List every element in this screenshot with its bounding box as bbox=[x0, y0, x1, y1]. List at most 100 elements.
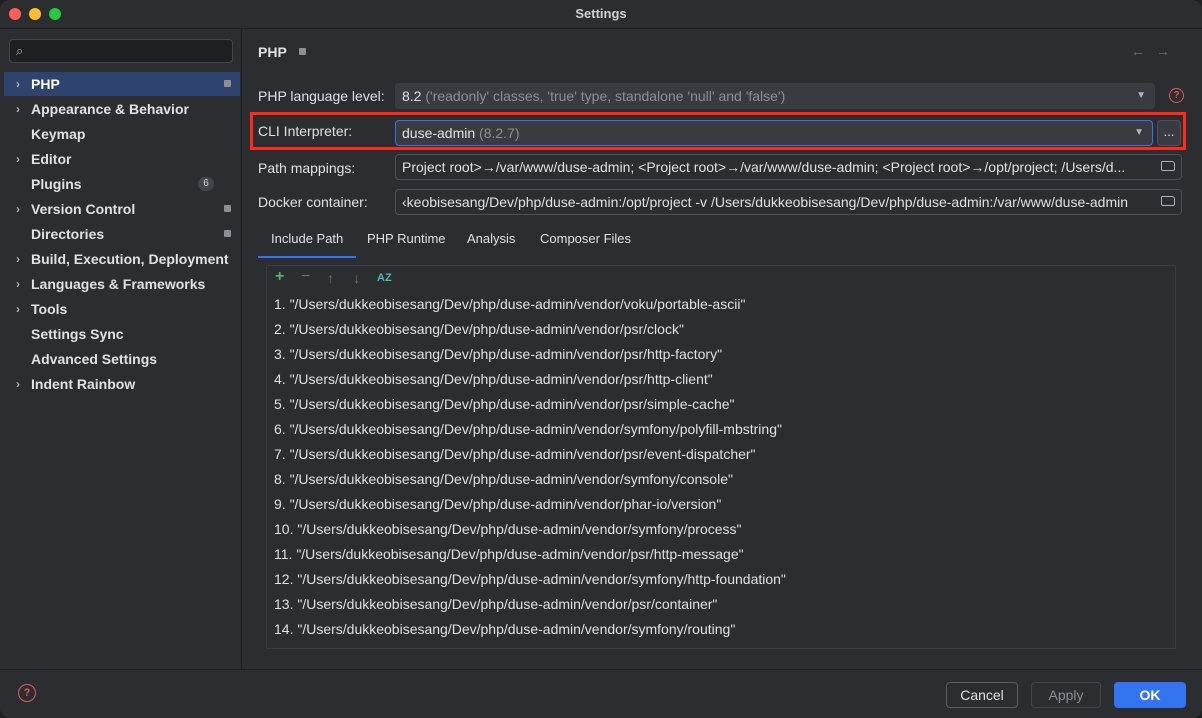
sidebar-item-label: Version Control bbox=[31, 201, 136, 217]
chevron-right-icon[interactable]: › bbox=[16, 97, 20, 121]
sidebar-item-label: Tools bbox=[31, 301, 68, 317]
chevron-down-icon: ▼ bbox=[1134, 127, 1144, 138]
sidebar-item-label: Plugins bbox=[31, 176, 82, 192]
list-item[interactable]: 2. "/Users/dukkeobisesang/Dev/php/duse-a… bbox=[267, 317, 1175, 342]
help-button[interactable]: ? bbox=[18, 684, 36, 702]
sidebar-item-tools[interactable]: › Tools bbox=[4, 297, 240, 321]
sidebar-item-label: Indent Rainbow bbox=[31, 376, 136, 392]
docker-container-label: Docker container: bbox=[258, 194, 368, 210]
cli-interpreter-version: (8.2.7) bbox=[479, 125, 520, 141]
sidebar-item-label: Languages & Frameworks bbox=[31, 276, 206, 292]
include-path-list: 1. "/Users/dukkeobisesang/Dev/php/duse-a… bbox=[267, 292, 1175, 642]
sidebar-item-settings-sync[interactable]: Settings Sync bbox=[4, 322, 240, 346]
list-item[interactable]: 14. "/Users/dukkeobisesang/Dev/php/duse-… bbox=[267, 617, 1175, 642]
sidebar-item-advanced-settings[interactable]: Advanced Settings bbox=[4, 347, 240, 371]
docker-container-value: ‹keobisesang/Dev/php/duse-admin:/opt/pro… bbox=[402, 194, 1129, 210]
cancel-button[interactable]: Cancel bbox=[946, 682, 1018, 708]
chevron-down-icon: ▼ bbox=[1136, 90, 1146, 101]
list-item[interactable]: 10. "/Users/dukkeobisesang/Dev/php/duse-… bbox=[267, 517, 1175, 542]
list-item[interactable]: 13. "/Users/dukkeobisesang/Dev/php/duse-… bbox=[267, 592, 1175, 617]
settings-sidebar: ⌕ › PHP › Appearance & Behavior Keymap › Edito… bbox=[0, 29, 242, 669]
sidebar-item-label: Settings Sync bbox=[31, 326, 124, 342]
interpreter-more-button[interactable]: ... bbox=[1157, 120, 1181, 146]
include-path-toolbar: + − ↑ ↓ AZ bbox=[267, 266, 1175, 292]
chevron-right-icon[interactable]: › bbox=[16, 372, 20, 396]
language-level-select[interactable]: 8.2 ('readonly' classes, 'true' type, st… bbox=[395, 83, 1155, 109]
list-item[interactable]: 12. "/Users/dukkeobisesang/Dev/php/duse-… bbox=[267, 567, 1175, 592]
cli-interpreter-value: duse-admin bbox=[402, 125, 476, 141]
folder-icon bbox=[1161, 196, 1175, 206]
sidebar-item-appearance-behavior[interactable]: › Appearance & Behavior bbox=[4, 97, 240, 121]
sidebar-item-label: Build, Execution, Deployment bbox=[31, 251, 229, 267]
list-item[interactable]: 4. "/Users/dukkeobisesang/Dev/php/duse-a… bbox=[267, 367, 1175, 392]
tab-composer-files[interactable]: Composer Files bbox=[540, 228, 631, 258]
sidebar-item-directories[interactable]: Directories bbox=[4, 222, 240, 246]
sidebar-item-editor[interactable]: › Editor bbox=[4, 147, 240, 171]
chevron-right-icon[interactable]: › bbox=[16, 197, 20, 221]
path-mappings-browse-button[interactable] bbox=[1155, 155, 1181, 179]
path-mappings-label: Path mappings: bbox=[258, 160, 356, 176]
sidebar-item-label: Keymap bbox=[31, 126, 86, 142]
help-icon[interactable]: ? bbox=[1169, 88, 1184, 103]
sidebar-item-php[interactable]: › PHP bbox=[4, 72, 240, 96]
tab-include-path[interactable]: Include Path bbox=[257, 228, 357, 258]
list-item[interactable]: 3. "/Users/dukkeobisesang/Dev/php/duse-a… bbox=[267, 342, 1175, 367]
remove-path-button[interactable]: − bbox=[301, 268, 310, 286]
sidebar-item-languages-frameworks[interactable]: › Languages & Frameworks bbox=[4, 272, 240, 296]
list-item[interactable]: 6. "/Users/dukkeobisesang/Dev/php/duse-a… bbox=[267, 417, 1175, 442]
list-item[interactable]: 11. "/Users/dukkeobisesang/Dev/php/duse-… bbox=[267, 542, 1175, 567]
language-level-label: PHP language level: bbox=[258, 88, 385, 104]
cli-interpreter-select[interactable]: duse-admin (8.2.7) ▼ bbox=[395, 120, 1153, 146]
chevron-right-icon[interactable]: › bbox=[16, 247, 20, 271]
docker-container-field[interactable]: ‹keobisesang/Dev/php/duse-admin:/opt/pro… bbox=[395, 189, 1182, 215]
search-icon: ⌕ bbox=[16, 43, 24, 58]
project-scope-icon bbox=[224, 80, 231, 87]
project-scope-icon bbox=[224, 205, 231, 212]
chevron-right-icon[interactable]: › bbox=[16, 297, 20, 321]
sidebar-item-build-execution-deployment[interactable]: › Build, Execution, Deployment bbox=[4, 247, 240, 271]
folder-icon bbox=[1161, 161, 1175, 171]
sidebar-item-keymap[interactable]: Keymap bbox=[4, 122, 240, 146]
path-mappings-value: Project root>→/var/www/duse-admin; <Proj… bbox=[402, 159, 1126, 175]
chevron-right-icon[interactable]: › bbox=[16, 72, 20, 96]
move-down-button[interactable]: ↓ bbox=[353, 270, 360, 286]
settings-window: Settings ⌕ › PHP › Appearance & Behavior Key… bbox=[0, 0, 1202, 718]
sidebar-item-indent-rainbow[interactable]: › Indent Rainbow bbox=[4, 372, 240, 396]
list-item[interactable]: 9. "/Users/dukkeobisesang/Dev/php/duse-a… bbox=[267, 492, 1175, 517]
sidebar-item-label: Advanced Settings bbox=[31, 351, 158, 367]
sort-alphabetically-button[interactable]: AZ bbox=[377, 272, 392, 284]
window-title: Settings bbox=[575, 6, 627, 21]
move-up-button[interactable]: ↑ bbox=[327, 270, 334, 286]
plugin-count-badge: 6 bbox=[198, 177, 214, 191]
sidebar-item-label: Appearance & Behavior bbox=[31, 101, 189, 117]
list-item[interactable]: 5. "/Users/dukkeobisesang/Dev/php/duse-a… bbox=[267, 392, 1175, 417]
sidebar-item-label: Directories bbox=[31, 226, 105, 242]
sidebar-item-version-control[interactable]: › Version Control bbox=[4, 197, 240, 221]
ok-button[interactable]: OK bbox=[1114, 682, 1186, 708]
sidebar-item-label: PHP bbox=[31, 76, 60, 92]
language-level-value: 8.2 bbox=[402, 88, 422, 104]
cli-interpreter-label: CLI Interpreter: bbox=[258, 123, 353, 139]
list-item[interactable]: 8. "/Users/dukkeobisesang/Dev/php/duse-a… bbox=[267, 467, 1175, 492]
forward-arrow-icon[interactable]: → bbox=[1156, 43, 1170, 59]
apply-button[interactable]: Apply bbox=[1031, 682, 1101, 708]
back-arrow-icon[interactable]: ← bbox=[1131, 43, 1145, 59]
add-path-button[interactable]: + bbox=[275, 268, 284, 286]
tab-php-runtime[interactable]: PHP Runtime bbox=[367, 228, 446, 258]
title-bar: Settings bbox=[0, 0, 1202, 29]
sidebar-item-label: Editor bbox=[31, 151, 72, 167]
list-item[interactable]: 7. "/Users/dukkeobisesang/Dev/php/duse-a… bbox=[267, 442, 1175, 467]
tab-analysis[interactable]: Analysis bbox=[467, 228, 515, 258]
page-title: PHP bbox=[258, 44, 287, 60]
include-path-panel: + − ↑ ↓ AZ 1. "/Users/dukkeobisesang/Dev… bbox=[266, 265, 1176, 649]
project-scope-icon bbox=[299, 48, 306, 55]
sidebar-item-plugins[interactable]: Plugins 6 bbox=[4, 172, 240, 196]
chevron-right-icon[interactable]: › bbox=[16, 147, 20, 171]
dialog-footer: ? Cancel Apply OK bbox=[0, 669, 1202, 718]
docker-container-browse-button[interactable] bbox=[1155, 190, 1181, 214]
chevron-right-icon[interactable]: › bbox=[16, 272, 20, 296]
list-item[interactable]: 1. "/Users/dukkeobisesang/Dev/php/duse-a… bbox=[267, 292, 1175, 317]
settings-search-input[interactable]: ⌕ bbox=[9, 39, 233, 63]
language-level-hint: ('readonly' classes, 'true' type, standa… bbox=[425, 88, 786, 104]
path-mappings-field[interactable]: Project root>→/var/www/duse-admin; <Proj… bbox=[395, 154, 1182, 180]
